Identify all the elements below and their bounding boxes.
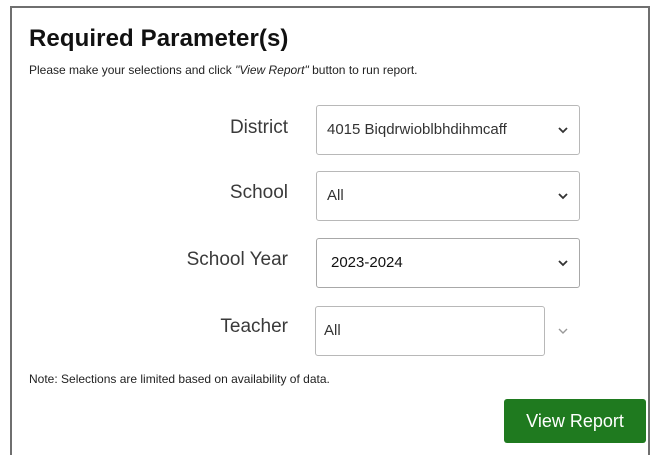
instructions-prefix: Please make your selections and click	[29, 63, 236, 77]
district-select-value: 4015 Biqdrwioblbhdihmcaff	[327, 121, 507, 138]
teacher-select-value: All	[324, 322, 341, 339]
availability-note: Note: Selections are limited based on av…	[29, 372, 330, 386]
instructions-emphasis: "View Report"	[235, 63, 309, 77]
district-select[interactable]: 4015 Biqdrwioblbhdihmcaff	[316, 105, 580, 155]
school-year-select[interactable]: 2023-2024	[316, 238, 580, 288]
school-label: School	[229, 182, 288, 203]
parameter-panel: Required Parameter(s) Please make your s…	[10, 6, 650, 455]
instructions-text: Please make your selections and click "V…	[29, 63, 418, 77]
chevron-down-icon[interactable]	[557, 325, 569, 337]
school-select[interactable]: All	[316, 171, 580, 221]
teacher-label: Teacher	[220, 316, 288, 337]
school-select-value: All	[327, 187, 344, 204]
chevron-down-icon	[558, 193, 568, 200]
school-year-label: School Year	[186, 249, 288, 270]
school-year-select-value: 2023-2024	[331, 254, 403, 271]
district-label: District	[229, 117, 288, 138]
chevron-down-icon	[558, 127, 568, 134]
chevron-down-icon	[558, 260, 568, 267]
view-report-button[interactable]: View Report	[504, 399, 646, 443]
teacher-select[interactable]: All	[315, 306, 545, 356]
instructions-suffix: button to run report.	[308, 63, 418, 77]
panel-title: Required Parameter(s)	[29, 25, 289, 52]
